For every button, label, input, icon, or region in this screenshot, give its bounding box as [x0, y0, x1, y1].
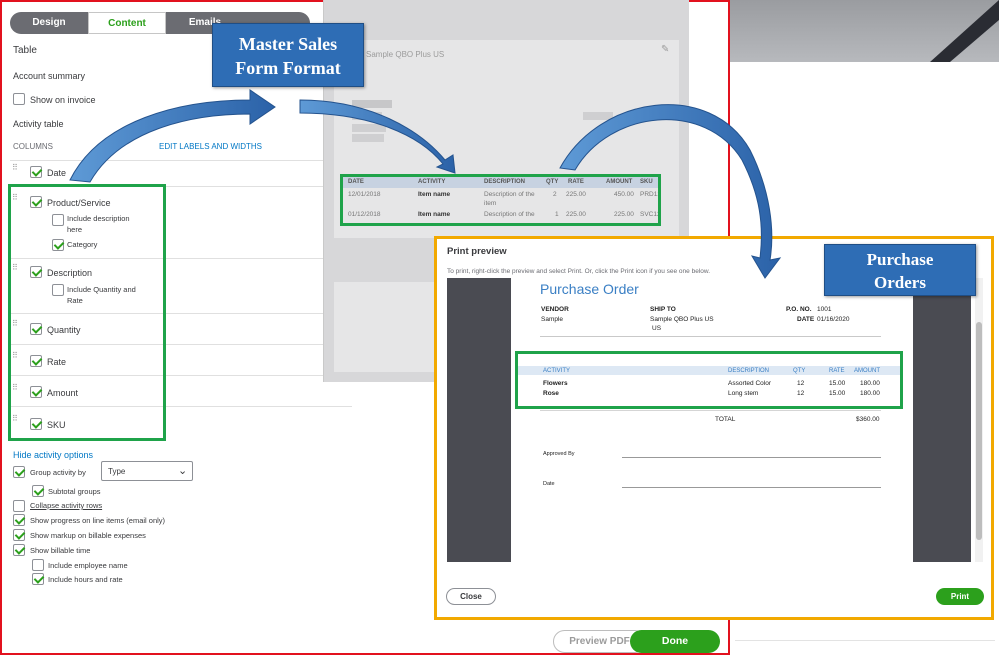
print-button[interactable]: Print — [936, 588, 984, 605]
total-value: $360.00 — [856, 416, 880, 423]
address-placeholder — [352, 124, 386, 132]
vendor-label: VENDOR — [541, 306, 569, 313]
print-preview-title: Print preview — [447, 246, 507, 257]
callout-master-line1: Master Sales — [238, 34, 338, 54]
purchase-order-title: Purchase Order — [540, 281, 639, 297]
bill-to-placeholder — [352, 100, 392, 108]
callout-po-line1: Purchase — [866, 250, 934, 269]
show-on-invoice-label: Show on invoice — [30, 95, 96, 105]
date-checkbox[interactable] — [30, 166, 42, 178]
background-header — [728, 0, 999, 62]
show-progress-checkbox[interactable] — [13, 514, 25, 526]
chevron-down-icon: ⌄ — [178, 465, 188, 477]
subtotal-groups-checkbox[interactable] — [32, 485, 44, 497]
address-placeholder — [352, 134, 384, 142]
signature-date-label: Date — [543, 481, 555, 487]
vendor-value: Sample — [541, 316, 564, 323]
show-markup-label: Show markup on billable expenses — [30, 531, 146, 540]
divider — [540, 336, 881, 337]
preview-company-name: Sample QBO Plus US — [366, 50, 445, 59]
show-on-invoice-checkbox[interactable] — [13, 93, 25, 105]
date-label: DATE — [797, 316, 815, 323]
address-placeholder — [352, 112, 382, 120]
account-summary-label: Account summary — [13, 71, 86, 81]
background-divider — [735, 640, 995, 655]
approved-by-label: Approved By — [543, 451, 575, 457]
include-employee-label: Include employee name — [48, 561, 128, 570]
callout-purchase-orders: Purchase Orders — [824, 244, 976, 296]
columns-label: COLUMNS — [13, 142, 54, 151]
activity-table-highlight-box — [340, 174, 661, 226]
show-progress-label: Show progress on line items (email only) — [30, 516, 166, 525]
tab-design[interactable]: Design — [10, 12, 88, 34]
edit-labels-link[interactable]: EDIT LABELS AND WIDTHS — [159, 142, 262, 151]
activity-table-label: Activity table — [13, 119, 64, 129]
date-column-label: Date — [47, 168, 67, 178]
tab-content[interactable]: Content — [88, 12, 166, 34]
group-activity-label: Group activity by — [30, 468, 86, 477]
show-billable-time-checkbox[interactable] — [13, 544, 25, 556]
po-number-label: P.O. NO. — [786, 306, 812, 313]
group-by-select[interactable]: Type ⌄ — [101, 461, 193, 481]
done-button[interactable]: Done — [630, 630, 720, 653]
po-number-value: 1001 — [817, 306, 832, 313]
divider — [540, 410, 881, 411]
callout-master-sales-form: Master Sales Form Format — [212, 23, 364, 87]
group-by-value: Type — [108, 467, 126, 476]
include-employee-checkbox[interactable] — [32, 559, 44, 571]
ship-to-line1: Sample QBO Plus US — [650, 316, 714, 323]
collapse-rows-checkbox[interactable] — [13, 500, 25, 512]
callout-po-line2: Orders — [874, 273, 926, 292]
preview-margin-left — [447, 278, 511, 562]
divider — [10, 160, 352, 161]
meta-placeholder — [583, 112, 613, 120]
preview-scrollbar-thumb[interactable] — [976, 322, 982, 540]
edit-pencil-icon[interactable]: ✎ — [661, 44, 669, 55]
approved-by-line — [622, 457, 881, 458]
hide-activity-options-link[interactable]: Hide activity options — [13, 450, 93, 460]
show-markup-checkbox[interactable] — [13, 529, 25, 541]
total-label: TOTAL — [715, 416, 736, 423]
table-heading: Table — [13, 45, 37, 56]
ship-to-label: SHIP TO — [650, 306, 676, 313]
subtotal-groups-label: Subtotal groups — [48, 487, 101, 496]
date-value: 01/16/2020 — [817, 316, 850, 323]
group-activity-checkbox[interactable] — [13, 466, 25, 478]
items-highlight-box — [515, 351, 903, 409]
preview-margin-right — [913, 278, 971, 562]
columns-highlight-box — [8, 184, 166, 441]
include-hours-checkbox[interactable] — [32, 573, 44, 585]
include-hours-label: Include hours and rate — [48, 575, 123, 584]
signature-date-line — [622, 487, 881, 488]
show-billable-time-label: Show billable time — [30, 546, 91, 555]
print-preview-hint: To print, right-click the preview and se… — [447, 268, 711, 275]
callout-master-line2: Form Format — [235, 58, 341, 78]
ship-to-line2: US — [652, 325, 662, 332]
close-button[interactable]: Close — [446, 588, 496, 605]
collapse-rows-label: Collapse activity rows — [30, 501, 103, 510]
drag-handle-icon[interactable]: ⠿ — [12, 164, 20, 172]
